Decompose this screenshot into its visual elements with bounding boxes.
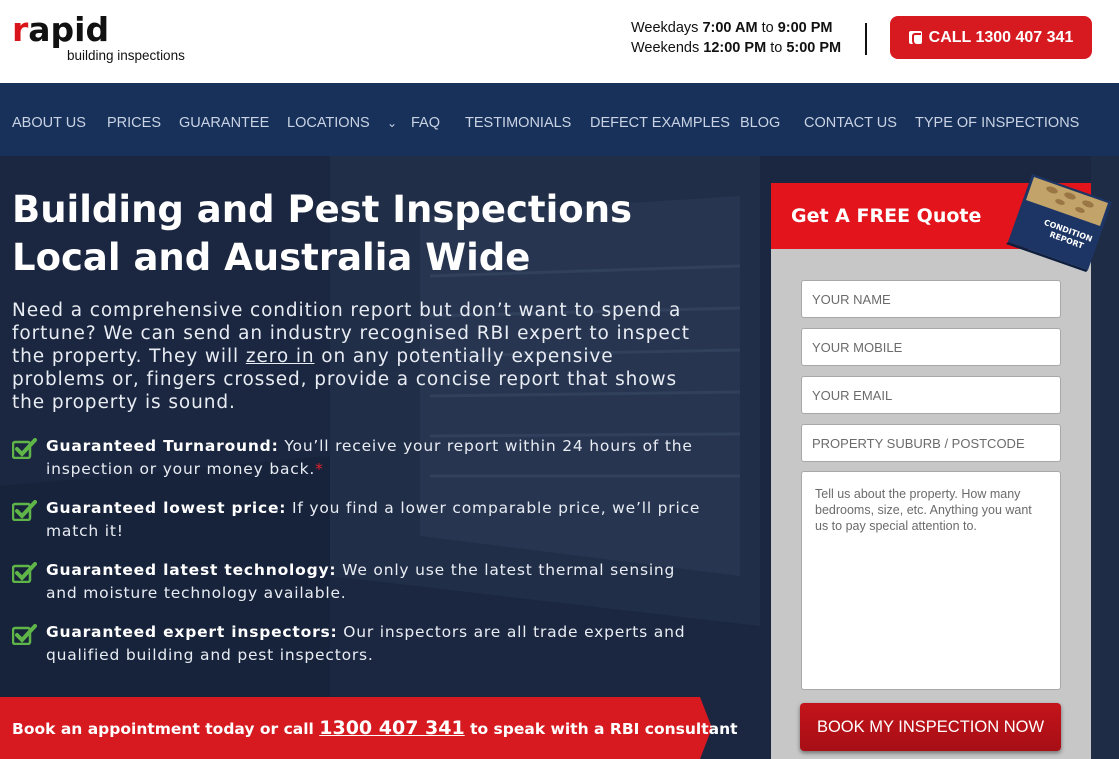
nav-faq[interactable]: FAQ: [411, 115, 440, 131]
hero-title: Building and Pest Inspections Local and …: [12, 186, 732, 282]
nav-blog[interactable]: BLOG: [740, 115, 780, 131]
guarantee-title: Guaranteed latest technology:: [46, 561, 337, 579]
zero-in-link[interactable]: zero in: [246, 346, 315, 367]
condition-report-book-image: CONDITION REPORT: [1006, 174, 1112, 272]
email-field[interactable]: YOUR EMAIL: [801, 376, 1061, 414]
guarantee-title: Guaranteed Turnaround:: [46, 437, 279, 455]
name-field[interactable]: YOUR NAME: [801, 280, 1061, 318]
booking-banner: Book an appointment today or call 1300 4…: [0, 697, 738, 759]
mobile-field[interactable]: YOUR MOBILE: [801, 328, 1061, 366]
weekend-hours: Weekends 12:00 PM to 5:00 PM: [631, 40, 842, 56]
hero-intro: Need a comprehensive condition report bu…: [12, 299, 712, 414]
nav-testimonials[interactable]: TESTIMONIALS: [465, 115, 571, 131]
quote-form-title: Get A FREE Quote: [791, 205, 982, 227]
nav-locations[interactable]: LOCATIONS: [287, 115, 370, 131]
guarantee-asterisk: *: [315, 460, 324, 478]
header-divider: [865, 23, 867, 55]
banner-phone-link[interactable]: 1300 407 341: [319, 717, 464, 739]
checkmark-icon: [12, 624, 37, 645]
call-button[interactable]: CALL 1300 407 341: [890, 16, 1092, 59]
property-details-textarea[interactable]: Tell us about the property. How many bed…: [801, 471, 1061, 690]
rapid-logo[interactable]: rapid building inspections: [12, 12, 212, 64]
nav-guarantee[interactable]: GUARANTEE: [179, 115, 269, 131]
main-nav: ABOUT US PRICES GUARANTEE LOCATIONS ⌄ FA…: [0, 83, 1119, 156]
site-header: rapid building inspections Weekdays 7:00…: [0, 0, 1119, 83]
booking-banner-text: Book an appointment today or call 1300 4…: [12, 717, 738, 739]
opening-hours: Weekdays 7:00 AM to 9:00 PM Weekends 12:…: [631, 18, 841, 58]
nav-about-us[interactable]: ABOUT US: [12, 115, 86, 131]
checkmark-icon: [12, 438, 37, 459]
nav-contact-us[interactable]: CONTACT US: [804, 115, 897, 131]
guarantee-text: Guaranteed expert inspectors: Our inspec…: [46, 621, 706, 667]
weekday-hours: Weekdays 7:00 AM to 9:00 PM: [631, 20, 833, 36]
hero-title-line-1: Building and Pest Inspections: [12, 188, 633, 231]
checkmark-icon: [12, 500, 37, 521]
hero-title-line-2: Local and Australia Wide: [12, 236, 531, 279]
suburb-postcode-field[interactable]: PROPERTY SUBURB / POSTCODE: [801, 424, 1061, 462]
guarantee-title: Guaranteed lowest price:: [46, 499, 287, 517]
call-button-label: CALL 1300 407 341: [928, 28, 1074, 46]
nav-prices[interactable]: PRICES: [107, 115, 161, 131]
logo-wordmark: rapid: [12, 10, 110, 49]
guarantee-text: Guaranteed Turnaround: You’ll receive yo…: [46, 435, 706, 481]
checkmark-icon: [12, 562, 37, 583]
phone-icon: [908, 31, 922, 46]
guarantee-title: Guaranteed expert inspectors:: [46, 623, 338, 641]
chevron-down-icon[interactable]: ⌄: [387, 116, 397, 130]
book-inspection-button[interactable]: BOOK MY INSPECTION NOW: [800, 703, 1061, 751]
guarantee-text: Guaranteed lowest price: If you find a l…: [46, 497, 706, 543]
guarantee-text: Guaranteed latest technology: We only us…: [46, 559, 706, 605]
logo-subtitle: building inspections: [67, 48, 185, 63]
nav-type-of-inspections[interactable]: TYPE OF INSPECTIONS: [915, 115, 1079, 131]
banner-text-2: to speak with a RBI consultant: [464, 720, 738, 738]
nav-defect-examples[interactable]: DEFECT EXAMPLES: [590, 115, 730, 131]
banner-text-1: Book an appointment today or call: [12, 720, 320, 738]
